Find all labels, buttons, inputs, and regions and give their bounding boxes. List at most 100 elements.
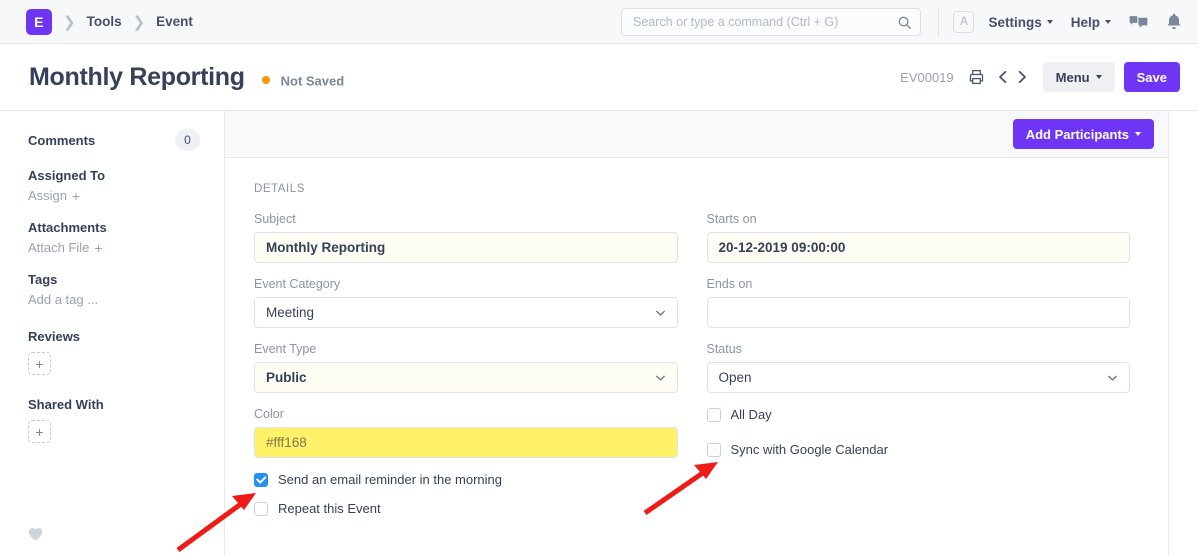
event-type-label: Event Type — [254, 342, 678, 356]
chevron-down-icon — [1047, 20, 1053, 24]
settings-menu[interactable]: Settings — [988, 15, 1052, 30]
sidebar-section-assigned-to: Assigned To Assign + — [28, 168, 200, 203]
starts-on-label: Starts on — [707, 212, 1131, 226]
details-form: DETAILS Subject Monthly Reporting Event … — [225, 158, 1168, 555]
email-reminder-label: Send an email reminder in the morning — [278, 472, 502, 487]
global-search[interactable] — [621, 8, 921, 36]
checkbox-row-sync-google[interactable]: Sync with Google Calendar — [707, 442, 1131, 457]
attach-file-button[interactable]: Attach File + — [28, 240, 200, 255]
document-id: EV00019 — [900, 70, 954, 85]
assign-button[interactable]: Assign + — [28, 188, 200, 203]
attach-file-label: Attach File — [28, 240, 89, 255]
assign-label: Assign — [28, 188, 67, 203]
assigned-to-label: Assigned To — [28, 168, 200, 183]
help-menu[interactable]: Help — [1071, 15, 1111, 30]
save-button[interactable]: Save — [1124, 62, 1180, 92]
page-body: Comments 0 Assigned To Assign + Attachme… — [0, 111, 1198, 555]
sidebar-section-shared-with: Shared With + — [28, 397, 200, 443]
printer-icon[interactable] — [968, 69, 985, 85]
status-select[interactable]: Open — [707, 362, 1131, 393]
all-day-label: All Day — [731, 407, 772, 422]
chevron-down-icon — [1096, 75, 1102, 79]
field-status: Status Open — [707, 342, 1131, 393]
page-header: Monthly Reporting Not Saved EV00019 Menu — [0, 44, 1198, 111]
field-event-type: Event Type Public — [254, 342, 678, 393]
content-toolbar: Add Participants — [225, 111, 1168, 158]
breadcrumb-item-tools[interactable]: Tools — [87, 14, 122, 29]
search-input[interactable] — [633, 15, 897, 29]
bell-icon[interactable] — [1166, 13, 1182, 31]
sync-google-calendar-label: Sync with Google Calendar — [731, 442, 889, 457]
comments-label: Comments — [28, 133, 95, 148]
field-starts-on: Starts on 20-12-2019 09:00:00 — [707, 212, 1131, 263]
unsaved-indicator-dot — [262, 76, 270, 84]
add-participants-label: Add Participants — [1026, 127, 1129, 142]
repeat-event-label: Repeat this Event — [278, 501, 381, 516]
chevron-down-icon — [1135, 132, 1141, 136]
repeat-event-checkbox[interactable] — [254, 502, 268, 516]
page-title-group: Monthly Reporting Not Saved — [29, 63, 344, 92]
chevron-down-icon — [1105, 20, 1111, 24]
help-label: Help — [1071, 15, 1100, 30]
breadcrumb-separator-icon: ❯ — [63, 13, 76, 31]
add-shared-user-button[interactable]: + — [28, 420, 51, 443]
page-title: Monthly Reporting — [29, 63, 245, 91]
breadcrumb-item-event[interactable]: Event — [156, 14, 193, 29]
heart-icon[interactable] — [28, 527, 43, 541]
checkbox-row-repeat-event[interactable]: Repeat this Event — [254, 501, 678, 516]
status-label: Status — [707, 342, 1131, 356]
color-input[interactable]: #fff168 — [254, 427, 678, 458]
email-reminder-checkbox[interactable] — [254, 473, 268, 487]
sidebar-section-tags: Tags Add a tag ... — [28, 272, 200, 307]
navbar-divider — [938, 7, 939, 37]
all-day-checkbox[interactable] — [707, 408, 721, 422]
settings-label: Settings — [988, 15, 1041, 30]
search-icon[interactable] — [897, 15, 912, 30]
event-type-select[interactable]: Public — [254, 362, 678, 393]
field-ends-on: Ends on — [707, 277, 1131, 328]
tags-label: Tags — [28, 272, 200, 287]
top-navbar: E ❯ Tools ❯ Event A Settings Help — [0, 0, 1198, 44]
avatar[interactable]: A — [953, 11, 974, 33]
field-color: Color #fff168 — [254, 407, 678, 458]
color-label: Color — [254, 407, 678, 421]
chat-icon[interactable] — [1129, 14, 1148, 31]
section-title-details: DETAILS — [254, 183, 1130, 195]
navbar-right-group: A Settings Help — [938, 0, 1184, 44]
plus-icon: + — [72, 189, 80, 203]
starts-on-input[interactable]: 20-12-2019 09:00:00 — [707, 232, 1131, 263]
ends-on-input[interactable] — [707, 297, 1131, 328]
event-category-select[interactable]: Meeting — [254, 297, 678, 328]
page-header-actions: EV00019 Menu Save — [900, 62, 1180, 92]
menu-button-label: Menu — [1056, 70, 1090, 85]
app-logo[interactable]: E — [26, 9, 52, 35]
checkbox-row-email-reminder[interactable]: Send an email reminder in the morning — [254, 472, 678, 487]
subject-input[interactable]: Monthly Reporting — [254, 232, 678, 263]
checkbox-row-all-day[interactable]: All Day — [707, 407, 1131, 422]
sync-google-calendar-checkbox[interactable] — [707, 443, 721, 457]
status-badge: Not Saved — [281, 73, 345, 88]
breadcrumb-separator-icon: ❯ — [133, 13, 146, 31]
shared-with-label: Shared With — [28, 397, 200, 412]
form-column-right: Starts on 20-12-2019 09:00:00 Ends on St… — [707, 212, 1131, 524]
reviews-label: Reviews — [28, 329, 200, 344]
sidebar-section-reviews: Reviews + — [28, 329, 200, 375]
add-tag-input[interactable]: Add a tag ... — [28, 292, 200, 307]
chevron-right-icon[interactable] — [1014, 69, 1029, 85]
add-review-button[interactable]: + — [28, 352, 51, 375]
content-card: Add Participants DETAILS Subject Monthly… — [224, 111, 1169, 555]
add-participants-button[interactable]: Add Participants — [1013, 119, 1154, 149]
field-event-category: Event Category Meeting — [254, 277, 678, 328]
subject-label: Subject — [254, 212, 678, 226]
plus-icon: + — [94, 241, 102, 255]
form-column-left: Subject Monthly Reporting Event Category… — [254, 212, 678, 524]
event-category-label: Event Category — [254, 277, 678, 291]
sidebar-section-comments[interactable]: Comments 0 — [28, 129, 200, 151]
comments-count-badge: 0 — [175, 129, 200, 151]
ends-on-label: Ends on — [707, 277, 1131, 291]
chevron-left-icon[interactable] — [996, 69, 1011, 85]
menu-button[interactable]: Menu — [1043, 62, 1115, 92]
field-subject: Subject Monthly Reporting — [254, 212, 678, 263]
attachments-label: Attachments — [28, 220, 200, 235]
sidebar: Comments 0 Assigned To Assign + Attachme… — [0, 111, 224, 555]
